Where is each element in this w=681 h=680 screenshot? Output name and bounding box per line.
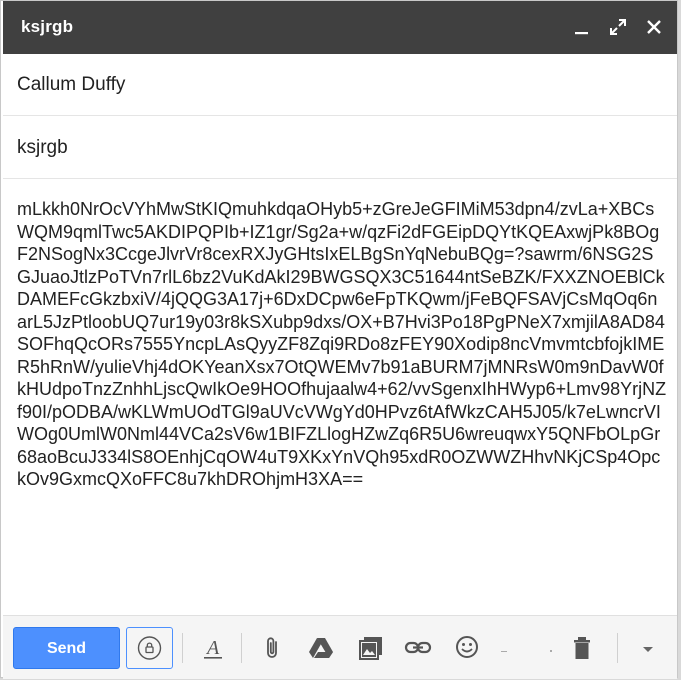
link-icon[interactable] [404,634,432,662]
subject-field[interactable]: ksjrgb [3,117,677,179]
toolbar-divider [617,633,618,663]
delete-icon[interactable] [569,634,597,662]
recipient-chip: Callum Duffy [17,74,126,95]
compose-window: ksjrgb Callum Duffy ksjrgb mLkkh0NrOcVYh… [0,0,678,679]
drive-icon[interactable] [307,634,335,662]
compose-title: ksjrgb [21,17,74,36]
emoji-icon[interactable] [453,634,481,662]
more-options-icon[interactable] [635,634,663,662]
subject-text: ksjrgb [17,137,68,158]
toolbar-divider [182,633,183,663]
recipients-field[interactable]: Callum Duffy [3,54,677,116]
minimize-icon[interactable] [571,17,591,37]
close-icon[interactable] [644,17,664,37]
placeholder-dot-icon [543,634,571,662]
attach-icon[interactable] [259,634,287,662]
message-body[interactable]: mLkkh0NrOcVYhMwStKIQmuhkdqaOHyb5+zGreJeG… [17,198,667,491]
compose-toolbar: Send A [3,615,677,679]
send-button[interactable]: Send [13,627,120,669]
photo-icon[interactable] [357,634,385,662]
lock-icon [137,636,162,660]
toolbar-divider [241,633,242,663]
expand-icon[interactable] [608,17,628,37]
placeholder-dash-icon [497,634,525,662]
compose-titlebar[interactable]: ksjrgb [3,1,677,54]
svg-text:A: A [205,637,220,659]
confidential-mode-button[interactable] [126,627,173,669]
format-text-icon[interactable]: A [199,634,227,662]
